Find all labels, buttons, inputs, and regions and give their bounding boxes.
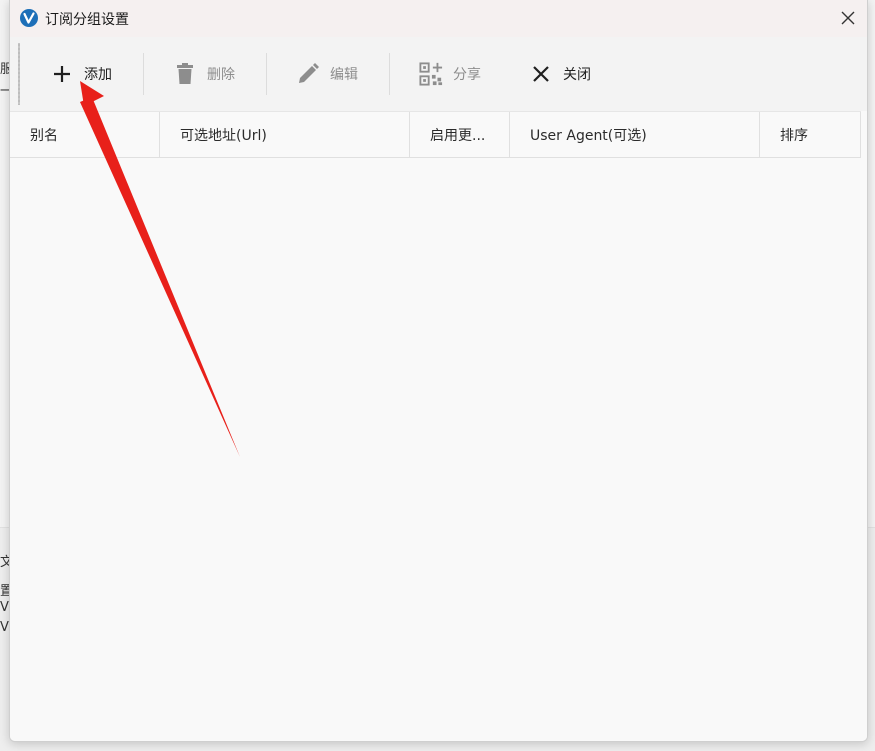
delete-button-label: 删除	[207, 67, 235, 83]
close-icon	[529, 62, 553, 86]
close-icon	[841, 11, 855, 25]
qr-code-icon	[419, 62, 443, 86]
close-button[interactable]: 关闭	[529, 49, 591, 99]
edit-button[interactable]: 编辑	[296, 49, 358, 99]
trash-icon	[173, 62, 197, 86]
window-title: 订阅分组设置	[45, 12, 129, 28]
add-button[interactable]: 添加	[50, 49, 112, 99]
title-bar: 订阅分组设置	[10, 0, 867, 37]
toolbar-separator	[389, 53, 390, 95]
share-button[interactable]: 分享	[419, 49, 481, 99]
edit-button-label: 编辑	[330, 67, 358, 83]
pencil-icon	[296, 62, 320, 86]
plus-icon	[50, 62, 74, 86]
toolbar-grip[interactable]	[18, 43, 20, 105]
column-header-alias[interactable]: 别名	[10, 112, 160, 157]
column-header-sort[interactable]: 排序	[760, 112, 861, 157]
column-header-enable-update[interactable]: 启用更...	[410, 112, 510, 157]
column-header-url[interactable]: 可选地址(Url)	[160, 112, 410, 157]
share-button-label: 分享	[453, 67, 481, 83]
subscription-table[interactable]: 别名 可选地址(Url) 启用更... User Agent(可选) 排序	[10, 111, 867, 741]
toolbar: 添加 删除 编辑 分享 关闭	[10, 37, 867, 111]
delete-button[interactable]: 删除	[173, 49, 235, 99]
add-button-label: 添加	[84, 67, 112, 83]
window-close-button[interactable]	[833, 4, 863, 32]
column-header-user-agent[interactable]: User Agent(可选)	[510, 112, 760, 157]
app-logo-icon	[20, 9, 38, 27]
subscription-group-settings-window: 订阅分组设置 添加 删除 编辑 分享 关闭 别名 可选地址(Url) 启用更..…	[9, 0, 868, 742]
toolbar-separator	[266, 53, 267, 95]
table-header: 别名 可选地址(Url) 启用更... User Agent(可选) 排序	[10, 111, 861, 158]
toolbar-separator	[143, 53, 144, 95]
close-button-label: 关闭	[563, 67, 591, 83]
